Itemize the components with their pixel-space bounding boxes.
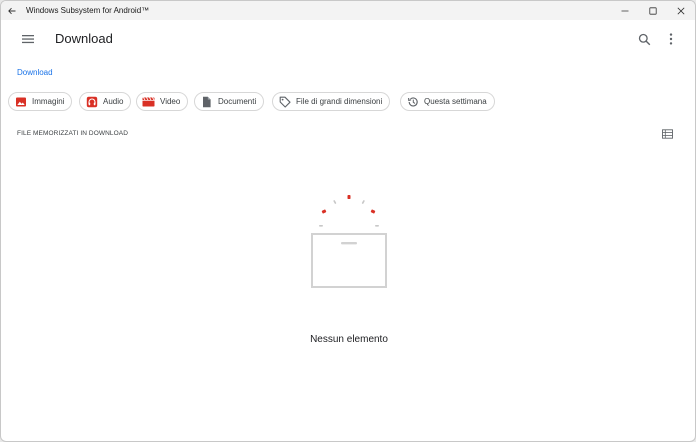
chip-documents[interactable]: Documenti <box>194 92 265 111</box>
window-controls <box>611 1 695 20</box>
chip-audio[interactable]: Audio <box>79 92 132 111</box>
chip-video[interactable]: Video <box>136 92 189 111</box>
window-title: Windows Subsystem for Android™ <box>26 6 150 15</box>
empty-folder-icon <box>311 195 387 288</box>
empty-state-message: Nessun elemento <box>310 334 388 345</box>
chip-label: File di grandi dimensioni <box>296 97 383 106</box>
arrow-back-icon <box>8 7 16 14</box>
chip-this-week[interactable]: Questa settimana <box>400 92 495 111</box>
document-icon <box>200 95 213 108</box>
hamburger-menu-icon <box>22 35 34 44</box>
more-vert-icon <box>669 33 673 45</box>
search-button[interactable] <box>634 29 654 49</box>
section-header: FILE MEMORIZZATI IN DOWNLOAD <box>17 130 129 137</box>
chip-label: Audio <box>103 97 124 106</box>
list-view-toggle-button[interactable] <box>660 127 674 141</box>
history-icon <box>406 95 419 108</box>
navigation-menu-button[interactable] <box>18 29 38 49</box>
chip-label: Video <box>160 97 181 106</box>
minimize-icon <box>621 10 629 11</box>
chip-label: Questa settimana <box>424 97 487 106</box>
chip-label: Documenti <box>218 97 257 106</box>
page-title: Download <box>55 31 113 46</box>
close-icon <box>677 7 685 14</box>
close-button[interactable] <box>667 1 695 20</box>
movie-icon <box>142 95 155 108</box>
maximize-button[interactable] <box>639 1 667 20</box>
breadcrumb[interactable]: Download <box>17 68 53 77</box>
title-bar: Windows Subsystem for Android™ <box>1 1 695 20</box>
chip-images[interactable]: Immagini <box>8 92 73 111</box>
minimize-button[interactable] <box>611 1 639 20</box>
window-back-button[interactable] <box>1 1 23 20</box>
tag-icon <box>278 95 291 108</box>
maximize-icon <box>649 6 657 15</box>
chip-label: Immagini <box>32 97 65 106</box>
list-view-icon <box>661 129 673 139</box>
search-icon <box>638 33 650 45</box>
empty-state-illustration <box>301 191 397 291</box>
app-window: Windows Subsystem for Android™ Download … <box>0 0 696 442</box>
chip-large-files[interactable]: File di grandi dimensioni <box>272 92 391 111</box>
more-options-button[interactable] <box>662 29 680 49</box>
app-bar: Download <box>1 20 695 58</box>
headphones-icon <box>85 95 98 108</box>
image-icon <box>14 95 27 108</box>
